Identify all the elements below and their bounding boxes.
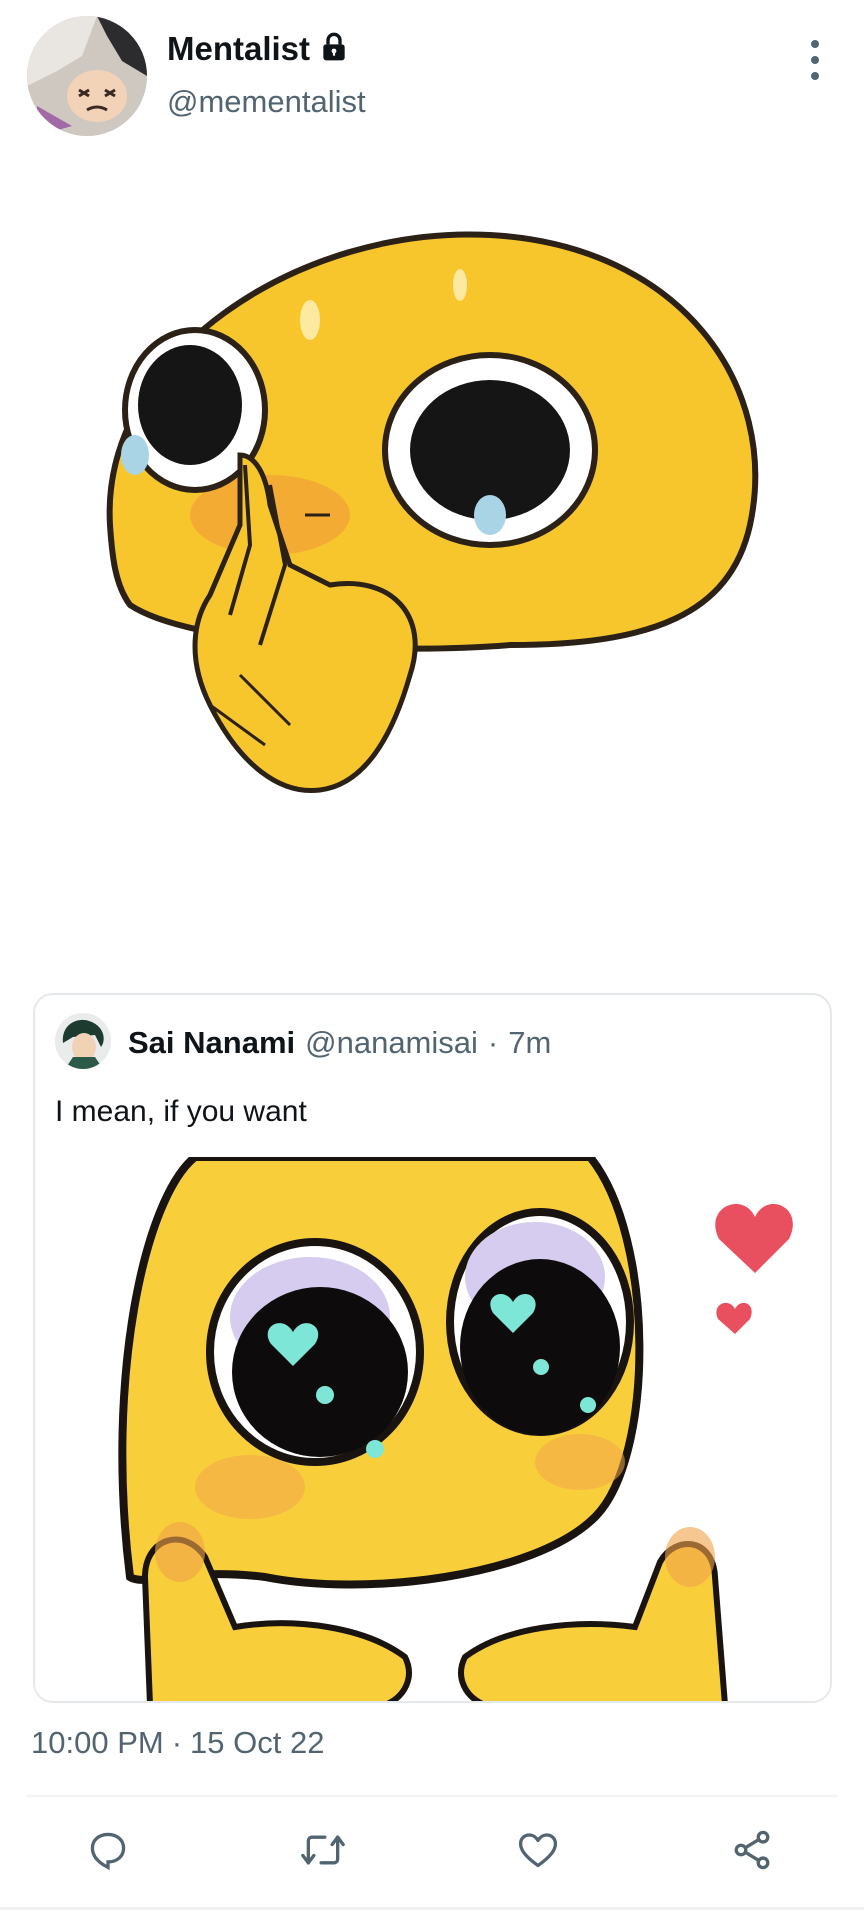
quote-separator: ·	[487, 1025, 499, 1060]
author-avatar-image	[27, 16, 147, 136]
tweet-timestamp[interactable]: 10:00 PM · 15 Oct 22	[27, 1725, 328, 1761]
quote-header: Sai Nanami @nanamisai · 7m	[128, 1025, 551, 1061]
tweet-date: 15 Oct 22	[190, 1725, 325, 1760]
quote-text: I mean, if you want	[55, 1095, 307, 1128]
retweet-icon[interactable]	[293, 1820, 353, 1880]
quote-handle[interactable]: @nanamisai	[305, 1025, 478, 1061]
more-vertical-icon[interactable]	[800, 36, 830, 84]
tweet-time: 10:00 PM	[31, 1725, 164, 1760]
quote-image[interactable]	[35, 1153, 830, 1701]
author-handle[interactable]: @mementalist	[167, 84, 366, 120]
author-name-row: Mentalist	[167, 30, 350, 68]
action-bar	[0, 1820, 864, 1900]
bottom-border	[0, 1907, 864, 1910]
reply-icon[interactable]	[78, 1820, 138, 1880]
quote-avatar[interactable]	[55, 1013, 111, 1069]
author-display-name[interactable]: Mentalist	[167, 30, 310, 68]
heart-icon[interactable]	[508, 1820, 568, 1880]
quote-time[interactable]: 7m	[508, 1025, 551, 1061]
tweet-image[interactable]	[90, 225, 780, 985]
quoted-tweet[interactable]: Sai Nanami @nanamisai · 7m I mean, if yo…	[33, 993, 832, 1703]
quote-display-name[interactable]: Sai Nanami	[128, 1025, 295, 1061]
share-icon[interactable]	[722, 1820, 782, 1880]
author-avatar[interactable]	[27, 16, 147, 136]
timestamp-separator: ·	[171, 1725, 183, 1760]
divider	[27, 1795, 837, 1797]
lock-icon	[318, 31, 350, 68]
